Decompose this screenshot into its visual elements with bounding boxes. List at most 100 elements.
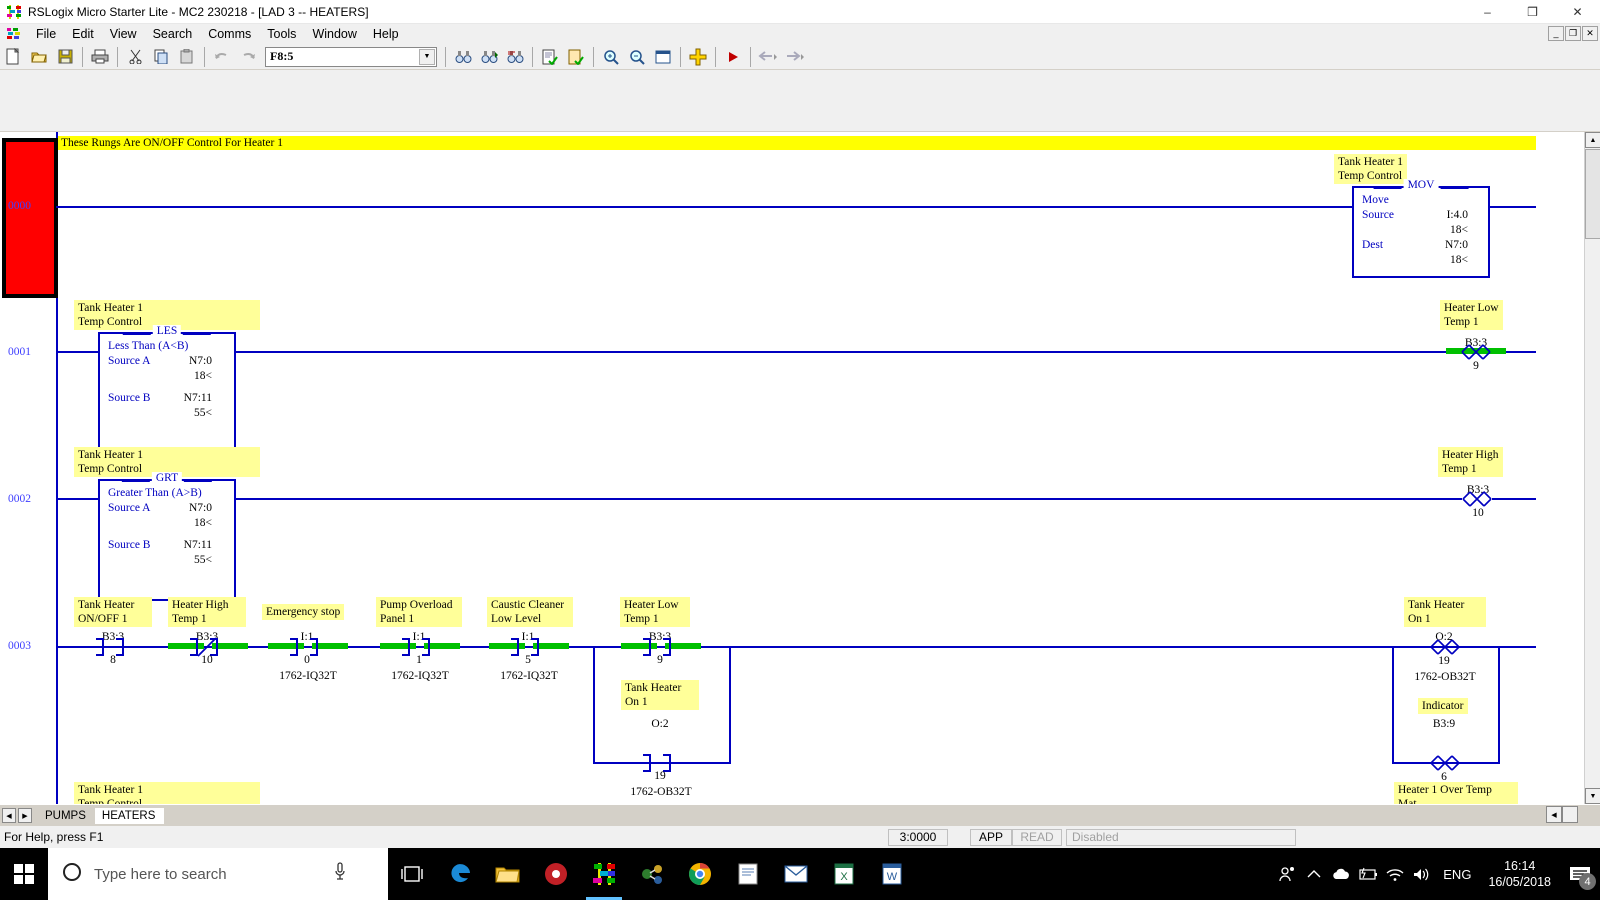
excel-taskbar-icon[interactable]: X <box>820 848 868 900</box>
mail-taskbar-icon[interactable] <box>772 848 820 900</box>
onedrive-tray-icon[interactable] <box>1327 848 1354 900</box>
menu-item-view[interactable]: View <box>102 26 145 42</box>
file-tab-prev[interactable]: ◀ <box>2 808 16 823</box>
back-arrow-icon[interactable] <box>756 45 780 68</box>
ladder-diagram-canvas[interactable]: These Rungs Are ON/OFF Control For Heate… <box>0 132 1600 804</box>
close-button[interactable]: ✕ <box>1555 0 1600 24</box>
scissors-icon[interactable] <box>123 45 147 68</box>
grt-sourcea-label: Source A <box>108 502 151 514</box>
address-combo[interactable]: F8:5 ▼ <box>265 46 437 67</box>
toolbar-separator <box>204 46 205 67</box>
forward-arrow-icon[interactable] <box>782 45 806 68</box>
binoculars-next-icon[interactable] <box>477 45 501 68</box>
rslogix-taskbar-icon[interactable] <box>580 848 628 900</box>
cortana-circle-icon[interactable] <box>62 862 82 887</box>
redo-arrow-icon[interactable] <box>236 45 260 68</box>
printer-icon[interactable] <box>88 45 112 68</box>
menu-item-file[interactable]: File <box>28 26 64 42</box>
open-folder-icon[interactable] <box>27 45 51 68</box>
minimize-button[interactable]: – <box>1465 0 1510 24</box>
hscroll-right-button[interactable] <box>1562 806 1578 823</box>
check-project-icon[interactable] <box>564 45 588 68</box>
media-player-taskbar-icon[interactable] <box>532 848 580 900</box>
edge-taskbar-icon[interactable] <box>436 848 484 900</box>
menu-item-tools[interactable]: Tools <box>259 26 304 42</box>
toolbar-separator <box>117 46 118 67</box>
language-indicator[interactable]: ENG <box>1435 867 1479 882</box>
mdi-minimize-button[interactable]: _ <box>1548 26 1564 41</box>
output-0-coil[interactable] <box>1430 639 1460 655</box>
contact-3-bit: 1 <box>416 654 422 666</box>
output-1-coil[interactable] <box>1430 755 1460 771</box>
new-document-icon[interactable] <box>1 45 25 68</box>
binoculars-icon[interactable] <box>451 45 475 68</box>
window-properties-icon[interactable] <box>651 45 675 68</box>
rung-0001-wire-end <box>1506 351 1536 353</box>
toolbar-separator <box>715 46 716 67</box>
clipboard-icon[interactable] <box>175 45 199 68</box>
search-input[interactable]: Type here to search <box>48 848 388 900</box>
scroll-down-button[interactable]: ▼ <box>1585 788 1600 804</box>
grt-sourceb-operand: N7:11 <box>183 539 212 551</box>
windows-logo-icon[interactable] <box>0 848 48 900</box>
binoculars-replace-icon[interactable] <box>503 45 527 68</box>
clock-date: 16/05/2018 <box>1488 875 1551 889</box>
selected-rung-marker[interactable] <box>2 138 58 298</box>
zoom-in-icon[interactable] <box>599 45 623 68</box>
hscroll-left-button[interactable]: ◀ <box>1546 806 1562 823</box>
document-app-icon[interactable] <box>6 27 22 42</box>
wifi-tray-icon[interactable] <box>1381 848 1408 900</box>
grt-instruction-block[interactable]: GRT Greater Than (A>B) Source A N7:0 18<… <box>98 472 236 601</box>
file-tab-heaters[interactable]: HEATERS <box>94 807 165 824</box>
contact-0-bit: 8 <box>110 654 116 666</box>
floppy-disk-icon[interactable] <box>53 45 77 68</box>
menu-item-help[interactable]: Help <box>365 26 407 42</box>
file-explorer-taskbar-icon[interactable] <box>484 848 532 900</box>
microphone-icon[interactable] <box>334 862 346 889</box>
rung4-input-label: Tank Heater 1 Temp Control <box>74 782 260 804</box>
mdi-close-button[interactable]: ✕ <box>1582 26 1598 41</box>
menu-item-search[interactable]: Search <box>145 26 201 42</box>
mov-instruction-block[interactable]: MOV Move Source I:4.0 18< Dest N7:0 18< <box>1352 179 1490 278</box>
zoom-out-icon[interactable] <box>625 45 649 68</box>
rung1-output-coil[interactable] <box>1461 344 1491 360</box>
scroll-thumb[interactable] <box>1585 149 1600 239</box>
rslinx-taskbar-icon[interactable] <box>628 848 676 900</box>
notification-badge: 4 <box>1579 873 1596 890</box>
people-tray-icon[interactable] <box>1273 848 1300 900</box>
search-placeholder: Type here to search <box>94 865 227 883</box>
chrome-taskbar-icon[interactable] <box>676 848 724 900</box>
chevron-down-icon[interactable]: ▼ <box>419 48 435 65</box>
rung2-output-coil[interactable] <box>1462 491 1492 507</box>
rung4-output-label-line1: Heater 1 Over Temp <box>1398 784 1492 796</box>
main-toolbar: F8:5 ▼ <box>0 44 1600 70</box>
maximize-button[interactable]: ❒ <box>1510 0 1555 24</box>
ladder-horizontal-scroll-buttons[interactable]: ◀ <box>1546 806 1586 824</box>
check-page-icon[interactable] <box>538 45 562 68</box>
les-sourceb-label: Source B <box>108 392 151 404</box>
menu-item-window[interactable]: Window <box>304 26 364 42</box>
ladder-vertical-scrollbar[interactable]: ▲ ▼ <box>1584 132 1600 804</box>
mdi-restore-button[interactable]: ❐ <box>1565 26 1581 41</box>
output-branch-right-leg <box>1498 646 1500 764</box>
clock[interactable]: 16:14 16/05/2018 <box>1479 858 1560 890</box>
volume-tray-icon[interactable] <box>1408 848 1435 900</box>
copy-icon[interactable] <box>149 45 173 68</box>
les-instruction-block[interactable]: LES Less Than (A<B) Source A N7:0 18< So… <box>98 325 236 454</box>
red-triangle-icon[interactable] <box>721 45 745 68</box>
file-tab-pumps[interactable]: PUMPS <box>38 808 95 824</box>
scroll-up-button[interactable]: ▲ <box>1585 132 1600 148</box>
task-view-icon[interactable] <box>388 848 436 900</box>
undo-arrow-icon[interactable] <box>210 45 234 68</box>
menu-item-edit[interactable]: Edit <box>64 26 102 42</box>
notepad-taskbar-icon[interactable] <box>724 848 772 900</box>
yellow-cross-icon[interactable] <box>686 45 710 68</box>
show-hidden-icons-chevron[interactable] <box>1300 848 1327 900</box>
rung-comment-0000[interactable]: These Rungs Are ON/OFF Control For Heate… <box>58 136 1536 150</box>
battery-tray-icon[interactable] <box>1354 848 1381 900</box>
word-taskbar-icon[interactable]: W <box>868 848 916 900</box>
file-tab-next[interactable]: ▶ <box>18 808 32 823</box>
notification-center-icon[interactable]: 4 <box>1560 848 1600 900</box>
grt-name: Greater Than (A>B) <box>108 487 202 499</box>
menu-item-comms[interactable]: Comms <box>200 26 259 42</box>
